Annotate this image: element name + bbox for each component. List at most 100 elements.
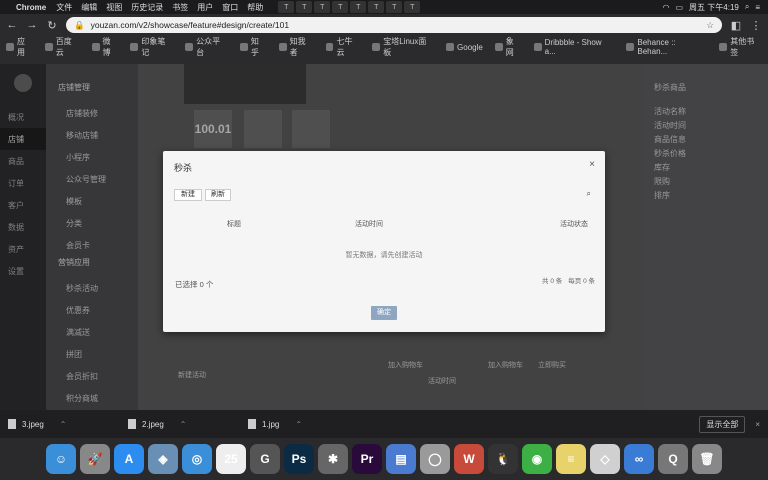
browser-tab[interactable]: T: [350, 1, 367, 13]
modal-title: 秒杀: [174, 163, 193, 173]
bookmark-item[interactable]: 七牛云: [325, 36, 361, 58]
photoshop-icon[interactable]: Ps: [284, 444, 314, 474]
column-header: 活动时间: [355, 221, 383, 228]
wechat-icon[interactable]: ◉: [522, 444, 552, 474]
menu-file[interactable]: 文件: [56, 2, 72, 13]
menu-bookmarks[interactable]: 书签: [172, 2, 188, 13]
wifi-icon[interactable]: ◠: [663, 3, 670, 12]
trash-icon[interactable]: 🗑: [692, 444, 722, 474]
bookmark-apps[interactable]: 应用: [6, 36, 33, 58]
url-text: youzan.com/v2/showcase/feature#design/cr…: [90, 20, 290, 30]
sketch-icon[interactable]: ◇: [590, 444, 620, 474]
reload-icon[interactable]: ↻: [46, 19, 58, 32]
menu-list-icon[interactable]: ≡: [755, 3, 760, 12]
preview-icon[interactable]: ◈: [148, 444, 178, 474]
finder-icon[interactable]: ☺: [46, 444, 76, 474]
confirm-button[interactable]: 确定: [371, 306, 397, 320]
menu-user[interactable]: 用户: [197, 2, 213, 13]
browser-toolbar: ← → ↻ 🔒 youzan.com/v2/showcase/feature#d…: [0, 14, 768, 64]
page-size[interactable]: 每页 0 条: [568, 275, 595, 285]
browser-tab[interactable]: T: [386, 1, 403, 13]
file-icon: [128, 419, 136, 429]
forward-icon[interactable]: →: [26, 19, 38, 31]
new-button[interactable]: 新建: [174, 189, 202, 201]
browser-tab[interactable]: T: [296, 1, 313, 13]
calendar-icon[interactable]: 25: [216, 444, 246, 474]
table-header: 标题 活动时间 活动状态: [174, 219, 594, 233]
file-icon: [248, 419, 256, 429]
bookmark-item[interactable]: Google: [446, 43, 483, 52]
chevron-up-icon[interactable]: ⌃: [60, 420, 67, 429]
show-all-button[interactable]: 显示全部: [699, 415, 746, 433]
spotlight-icon[interactable]: ⌕: [745, 2, 749, 12]
launchpad-icon[interactable]: 🚀: [80, 444, 110, 474]
close-icon[interactable]: ×: [755, 420, 760, 429]
browser-tab[interactable]: T: [278, 1, 295, 13]
chevron-up-icon[interactable]: ⌃: [295, 420, 302, 429]
browser-tab[interactable]: T: [332, 1, 349, 13]
lock-icon: 🔒: [74, 19, 85, 30]
column-header: 活动状态: [560, 221, 588, 228]
download-item[interactable]: 2.jpeg ⌃: [128, 419, 248, 429]
refresh-button[interactable]: 刷新: [205, 189, 231, 201]
downloads-bar: 3.jpeg ⌃ 2.jpeg ⌃ 1.jpg ⌃ 显示全部 ×: [0, 410, 768, 438]
address-bar[interactable]: 🔒 youzan.com/v2/showcase/feature#design/…: [66, 17, 722, 33]
total-count: 共 0 条: [542, 278, 563, 285]
bookmark-item[interactable]: 象网: [494, 36, 522, 58]
menu-edit[interactable]: 编辑: [81, 2, 97, 13]
bookmark-item[interactable]: 宝塔Linux面板: [372, 36, 434, 58]
clock[interactable]: 周五 下午4:19: [689, 2, 739, 13]
nav-row: ← → ↻ 🔒 youzan.com/v2/showcase/feature#d…: [0, 14, 768, 36]
app-menu-chrome[interactable]: Chrome: [16, 3, 46, 12]
pagination: 共 0 条 每页 0 条: [542, 275, 595, 285]
browser-tab[interactable]: T: [314, 1, 331, 13]
quicktime-icon[interactable]: Q: [658, 444, 688, 474]
browser-tab-strip: T T T T T T T T: [278, 1, 421, 13]
search-icon[interactable]: ⌕: [587, 189, 591, 198]
qq-icon[interactable]: 🐧: [488, 444, 518, 474]
premiere-icon[interactable]: Pr: [352, 444, 382, 474]
chrome-helper-icon[interactable]: G: [250, 444, 280, 474]
menu-window[interactable]: 窗口: [222, 2, 238, 13]
other-bookmarks[interactable]: 其他书签: [719, 36, 762, 58]
bookmark-item[interactable]: 百度云: [44, 36, 80, 58]
macos-menubar: Chrome 文件 编辑 视图 历史记录 书签 用户 窗口 帮助 T T T T…: [0, 0, 768, 14]
bookmark-item[interactable]: Behance :: Behan...: [626, 38, 707, 56]
column-header: 标题: [227, 221, 241, 228]
close-icon[interactable]: ×: [587, 160, 597, 170]
chrome-menu-icon[interactable]: ⋮: [750, 19, 762, 32]
bookmarks-bar: 应用 百度云 微博 印象笔记 公众平台 知乎 知我者 七牛云 宝塔Linux面板…: [0, 36, 768, 58]
baidu-netdisk-icon[interactable]: ∞: [624, 444, 654, 474]
app-store-icon[interactable]: A: [114, 444, 144, 474]
chevron-up-icon[interactable]: ⌃: [180, 420, 187, 429]
seckill-modal: 秒杀 × 新建 刷新 ⌕ 标题 活动时间 活动状态 暂无数据，请先创建活动 已选…: [163, 151, 605, 332]
back-icon[interactable]: ←: [6, 19, 18, 31]
menu-history[interactable]: 历史记录: [131, 2, 163, 13]
menu-help[interactable]: 帮助: [247, 2, 263, 13]
bookmark-item[interactable]: 微博: [91, 36, 119, 58]
download-item[interactable]: 1.jpg ⌃: [248, 419, 368, 429]
battery-icon[interactable]: ▭: [675, 3, 683, 12]
menu-view[interactable]: 视图: [106, 2, 122, 13]
notes-icon[interactable]: ≡: [556, 444, 586, 474]
messages-icon[interactable]: ◯: [420, 444, 450, 474]
bookmark-item[interactable]: Dribbble - Show a...: [533, 38, 615, 56]
browser-tab[interactable]: T: [404, 1, 421, 13]
bookmark-star-icon[interactable]: ☆: [706, 20, 714, 31]
wps-icon[interactable]: W: [454, 444, 484, 474]
bookmark-item[interactable]: 知我者: [278, 36, 314, 58]
compressor-icon[interactable]: ✱: [318, 444, 348, 474]
keynote-icon[interactable]: ▤: [386, 444, 416, 474]
download-item[interactable]: 3.jpeg ⌃: [8, 419, 128, 429]
bookmark-item[interactable]: 知乎: [239, 36, 267, 58]
safari-icon[interactable]: ◎: [182, 444, 212, 474]
bookmark-item[interactable]: 公众平台: [185, 36, 228, 58]
dock: ☺ 🚀 A ◈ ◎ 25 G Ps ✱ Pr ▤ ◯ W 🐧 ◉ ≡ ◇ ∞ Q 🗑: [0, 438, 768, 480]
selected-count: 已选择 0 个: [175, 280, 214, 289]
empty-state: 暂无数据，请先创建活动: [345, 252, 423, 259]
file-icon: [8, 419, 16, 429]
search-input[interactable]: ⌕: [463, 189, 591, 201]
extension-icon[interactable]: ◧: [730, 19, 742, 32]
bookmark-item[interactable]: 印象笔记: [130, 36, 173, 58]
browser-tab[interactable]: T: [368, 1, 385, 13]
